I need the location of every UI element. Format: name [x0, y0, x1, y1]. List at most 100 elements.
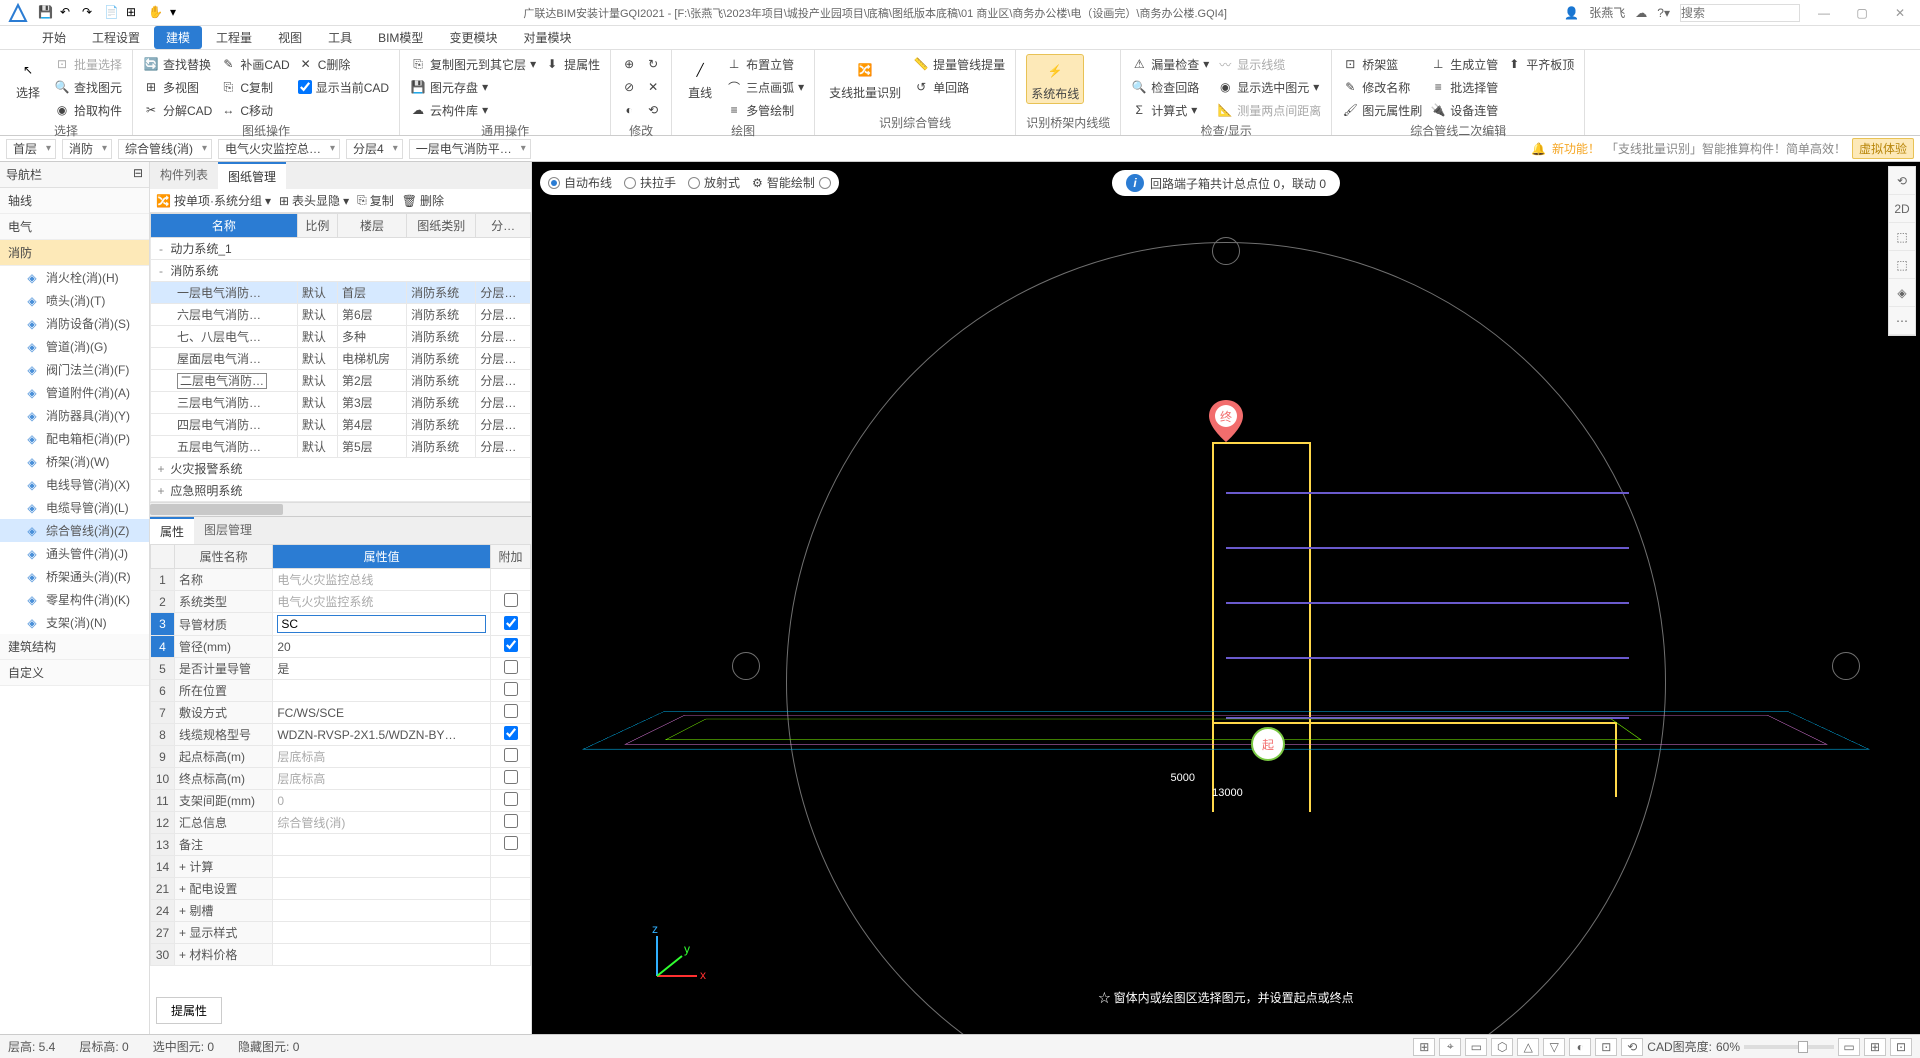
show-selected[interactable]: ◉显示选中图元 ▾: [1217, 77, 1321, 97]
tab-layers[interactable]: 图层管理: [194, 517, 262, 544]
st-4[interactable]: ⬡: [1491, 1038, 1513, 1056]
maximize-icon[interactable]: ▢: [1848, 6, 1876, 20]
gen-riser[interactable]: ⊥生成立管: [1430, 54, 1498, 74]
prop-check[interactable]: [504, 726, 518, 740]
close-icon[interactable]: ✕: [1886, 6, 1914, 20]
nav-sub-11[interactable]: ◈综合管线(消)(Z): [0, 519, 149, 542]
prop-check[interactable]: [504, 748, 518, 762]
nav-cat-1[interactable]: 电气: [0, 214, 149, 240]
line-button[interactable]: ╱直线: [682, 54, 718, 102]
st-a[interactable]: ▭: [1838, 1038, 1860, 1056]
nav-cat-4[interactable]: 自定义: [0, 660, 149, 686]
table-row[interactable]: 四层电气消防…默认第4层消防系统分层…: [151, 414, 531, 436]
st-7[interactable]: ◐: [1569, 1038, 1591, 1056]
st-9[interactable]: ⟲: [1621, 1038, 1643, 1056]
mode-2[interactable]: 放射式: [688, 174, 740, 191]
crumb-4[interactable]: 分层4: [346, 139, 403, 159]
property-table[interactable]: 属性名称 属性值 附加 1名称电气火灾监控总线2系统类型电气火灾监控系统3导管材…: [150, 544, 531, 966]
redo-icon[interactable]: ↷: [82, 5, 98, 21]
system-wiring[interactable]: ⚡系统布线: [1026, 54, 1084, 104]
mod6[interactable]: ⟲: [645, 100, 661, 120]
prop-check[interactable]: [504, 616, 518, 630]
prop-check[interactable]: [504, 814, 518, 828]
single-loop[interactable]: ↺单回路: [913, 77, 1005, 97]
table-row[interactable]: + 火灾报警系统: [151, 458, 531, 480]
mod3[interactable]: ◐: [621, 100, 637, 120]
user-icon[interactable]: 👤: [1564, 6, 1579, 20]
nav-cat-3[interactable]: 建筑结构: [0, 634, 149, 660]
prop-row[interactable]: 24+ 剔槽: [151, 900, 531, 922]
redraw-cad[interactable]: ✎补画CAD: [220, 54, 289, 74]
prop-row[interactable]: 27+ 显示样式: [151, 922, 531, 944]
qty-pipeline[interactable]: 📏提量管线提量: [913, 54, 1005, 74]
table-row[interactable]: 三层电气消防…默认第3层消防系统分层…: [151, 392, 531, 414]
prop-row[interactable]: 1名称电气火灾监控总线: [151, 569, 531, 591]
prop-row[interactable]: 4管径(mm)20: [151, 636, 531, 658]
crumb-0[interactable]: 首层: [6, 139, 56, 159]
nav-sub-12[interactable]: ◈通头管件(消)(J): [0, 542, 149, 565]
table-row[interactable]: 二层电气消防…默认第2层消防系统分层…: [151, 370, 531, 392]
rt-5[interactable]: ⋯: [1889, 307, 1915, 335]
prop-check[interactable]: [504, 682, 518, 696]
tab-drawings[interactable]: 图纸管理: [218, 162, 286, 189]
prop-row[interactable]: 5是否计量导管是: [151, 658, 531, 680]
try-button[interactable]: 虚拟体验: [1852, 138, 1914, 159]
show-cable[interactable]: 〰显示线缆: [1217, 54, 1321, 74]
mode-3[interactable]: ⚙智能绘制: [752, 174, 831, 191]
prop-check[interactable]: [504, 836, 518, 850]
measure-dist[interactable]: 📐测量两点间距离: [1217, 100, 1321, 120]
prop-row[interactable]: 7敷设方式FC/WS/SCE: [151, 702, 531, 724]
cloud-icon[interactable]: ☁: [1635, 6, 1647, 20]
select-button[interactable]: ↖选择: [10, 54, 46, 102]
flush-top[interactable]: ⬆平齐板顶: [1506, 54, 1574, 74]
three-point-arc[interactable]: ⌒三点画弧 ▾: [726, 77, 804, 97]
nav-cat-2[interactable]: 消防: [0, 240, 149, 266]
crumb-5[interactable]: 一层电气消防平…: [409, 139, 531, 159]
prop-edit-input[interactable]: [277, 615, 486, 633]
multi-view[interactable]: ⊞多视图: [143, 77, 212, 97]
st-3[interactable]: ▭: [1465, 1038, 1487, 1056]
undo-icon[interactable]: ↶: [60, 5, 76, 21]
c-delete[interactable]: ✕C删除: [298, 54, 389, 74]
delete-btn[interactable]: 🗑删除: [402, 192, 444, 209]
user-name[interactable]: 张燕飞: [1589, 4, 1625, 21]
header-toggle[interactable]: ⊞表头显隐 ▾: [279, 192, 349, 209]
rt-2[interactable]: ⬚: [1889, 223, 1915, 251]
extract-attr-button[interactable]: 提属性: [156, 997, 222, 1024]
loop-check[interactable]: 🔍检查回路: [1131, 77, 1209, 97]
prop-row[interactable]: 3导管材质: [151, 613, 531, 636]
prop-row[interactable]: 11支架间距(mm)0: [151, 790, 531, 812]
prop-check[interactable]: [504, 792, 518, 806]
extract-attr[interactable]: ⬇提属性: [544, 54, 600, 74]
nav-sub-1[interactable]: ◈喷头(消)(T): [0, 289, 149, 312]
table-row[interactable]: 六层电气消防…默认第6层消防系统分层…: [151, 304, 531, 326]
nav-sub-3[interactable]: ◈管道(消)(G): [0, 335, 149, 358]
copy-btn[interactable]: ⎘复制: [357, 192, 394, 209]
find-element[interactable]: 🔍查找图元: [54, 77, 122, 97]
prop-row[interactable]: 12汇总信息综合管线(消): [151, 812, 531, 834]
prop-row[interactable]: 8线缆规格型号WDZN-RVSP-2X1.5/WDZN-BY…: [151, 724, 531, 746]
element-save[interactable]: 💾图元存盘 ▾: [410, 77, 536, 97]
nav-sub-15[interactable]: ◈支架(消)(N): [0, 611, 149, 634]
st-8[interactable]: ⊡: [1595, 1038, 1617, 1056]
menu-tab-2[interactable]: 建模: [154, 26, 202, 49]
rt-3[interactable]: ⬚: [1889, 251, 1915, 279]
crumb-2[interactable]: 综合管线(消): [118, 139, 212, 159]
menu-tab-7[interactable]: 变更模块: [437, 26, 509, 49]
nav-sub-13[interactable]: ◈桥架通头(消)(R): [0, 565, 149, 588]
show-cad-check[interactable]: 显示当前CAD: [298, 77, 389, 97]
group-mode[interactable]: 🔀按单项·系统分组 ▾: [156, 192, 271, 209]
st-b[interactable]: ⊞: [1864, 1038, 1886, 1056]
nav-sub-14[interactable]: ◈零星构件(消)(K): [0, 588, 149, 611]
pick-component[interactable]: ◉拾取构件: [54, 100, 122, 120]
nav-sub-7[interactable]: ◈配电箱柜(消)(P): [0, 427, 149, 450]
prop-row[interactable]: 14+ 计算: [151, 856, 531, 878]
help-icon[interactable]: ?▾: [1657, 6, 1670, 20]
mod1[interactable]: ⊕: [621, 54, 637, 74]
branch-recognize[interactable]: 🔀支线批量识别: [825, 54, 905, 102]
drawing-table[interactable]: 名称 比例 楼层 图纸类别 分… - 动力系统_1- 消防系统一层电气消防…默认…: [150, 213, 531, 502]
crumb-1[interactable]: 消防: [62, 139, 112, 159]
menu-tab-5[interactable]: 工具: [316, 26, 364, 49]
menu-tab-0[interactable]: 开始: [30, 26, 78, 49]
c-copy[interactable]: ⎘C复制: [220, 77, 289, 97]
